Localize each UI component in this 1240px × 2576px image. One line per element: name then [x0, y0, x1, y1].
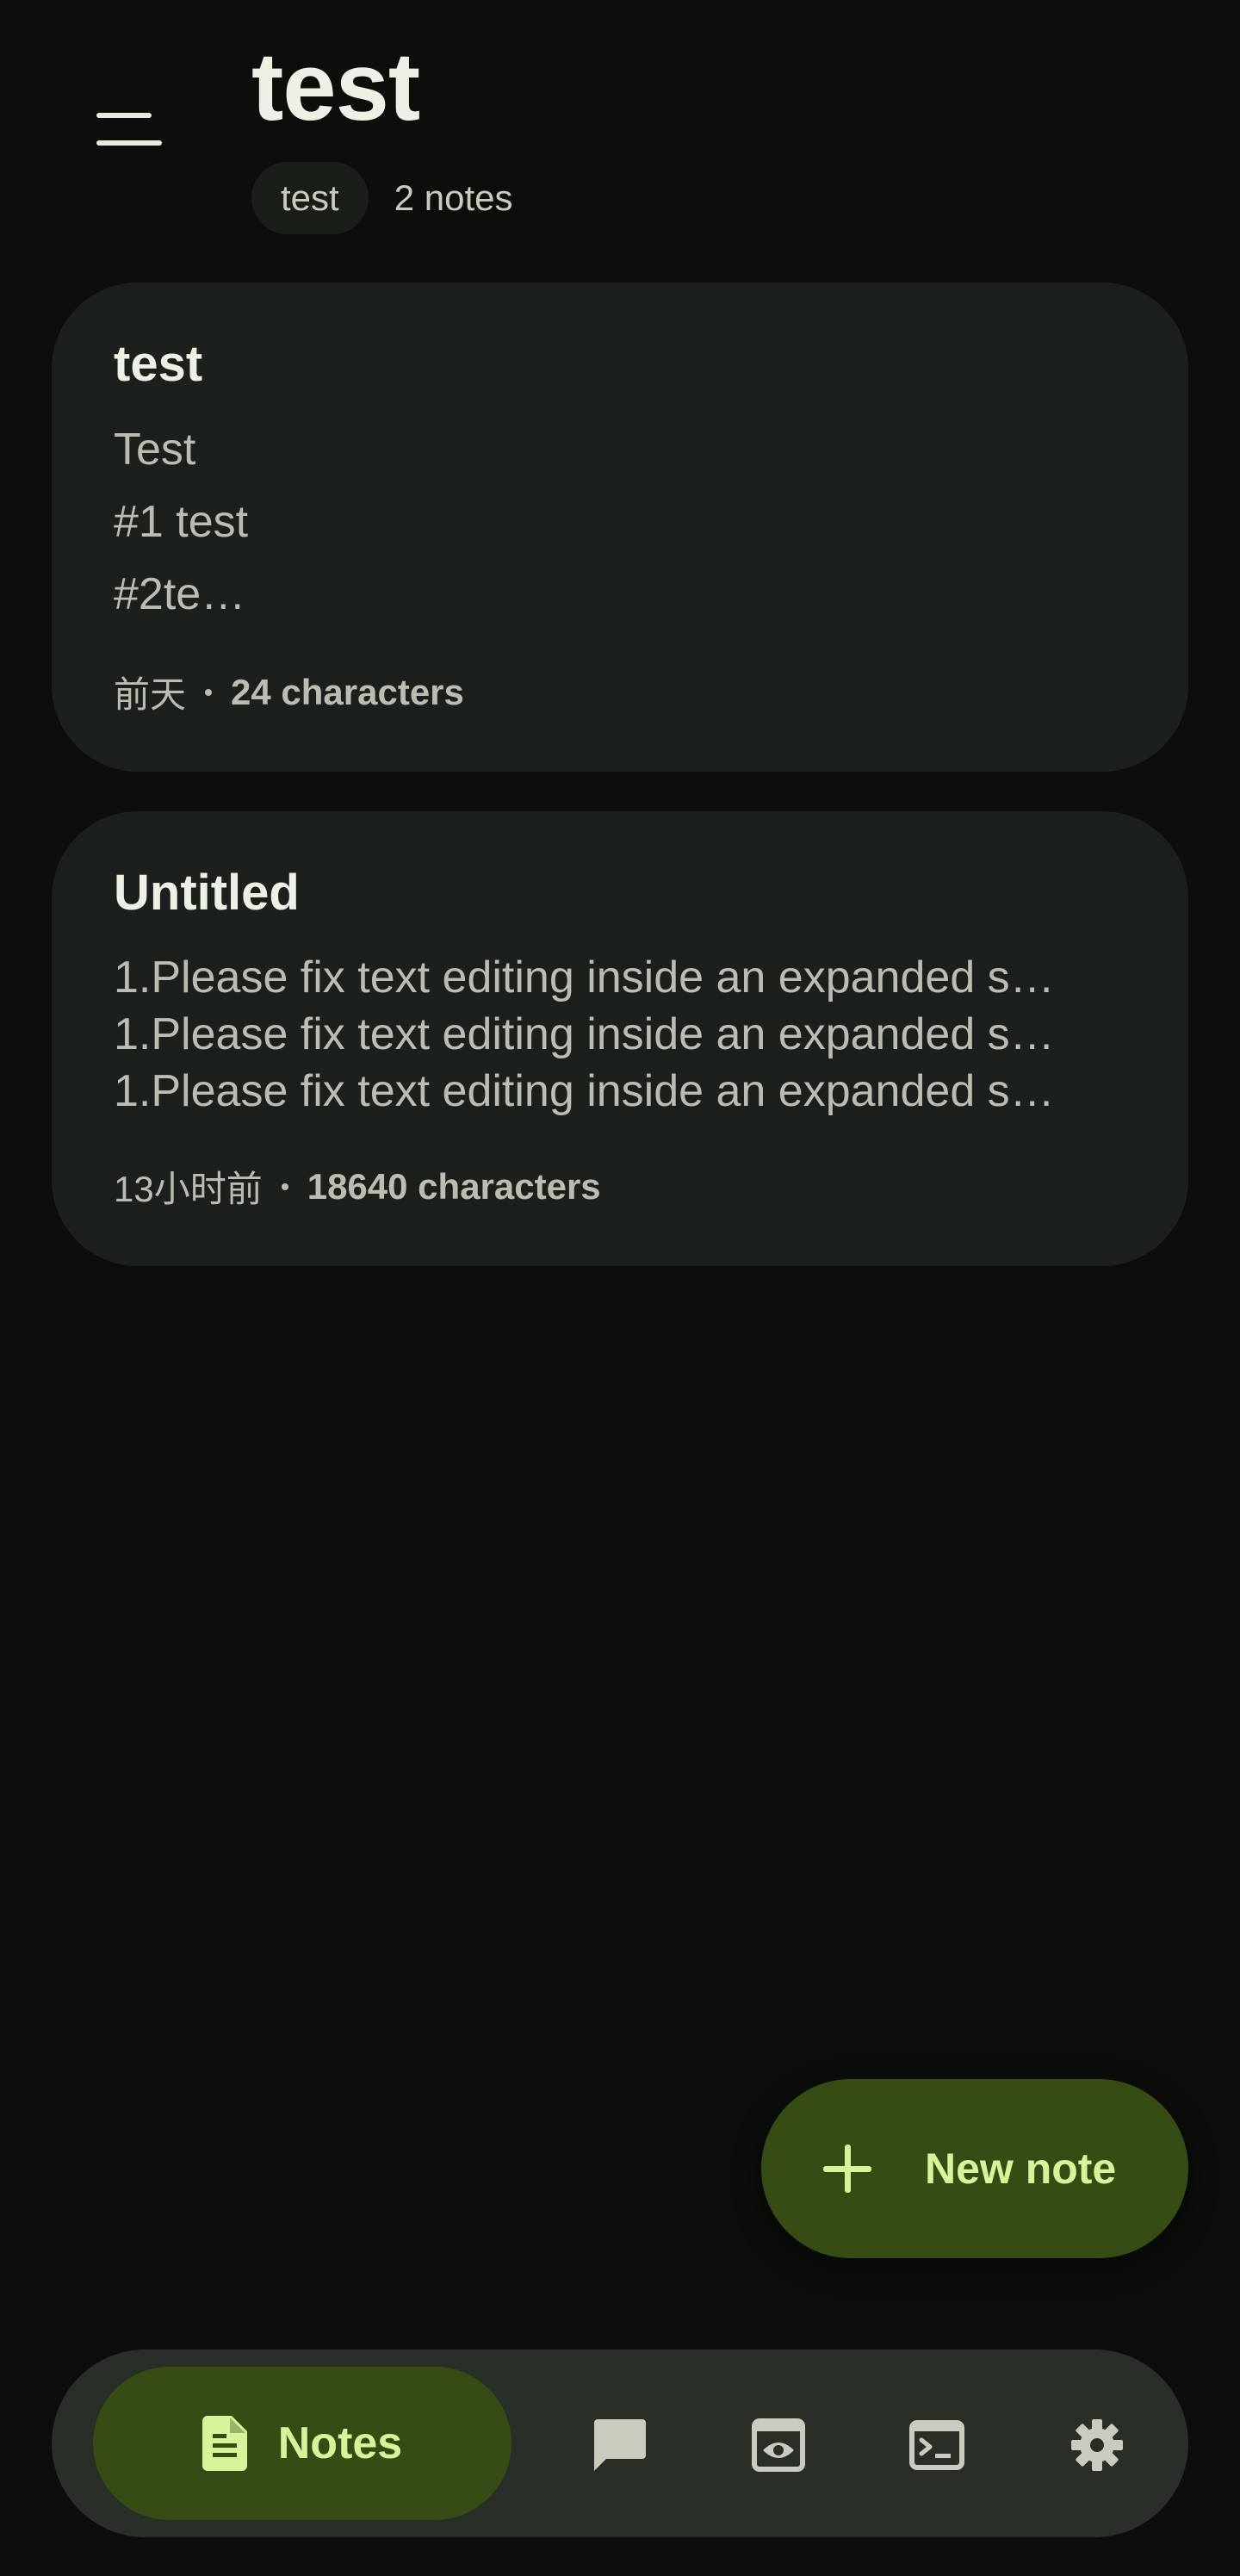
terminal-icon[interactable]: [909, 2418, 964, 2473]
note-card[interactable]: Untitled 1.Please fix text editing insid…: [52, 811, 1188, 1266]
note-char-count: 24 characters: [231, 671, 464, 712]
note-preview-line: #2te…: [114, 569, 246, 619]
meta-separator: [205, 688, 213, 696]
note-date: 13小时前: [114, 1169, 263, 1209]
note-title: Untitled: [114, 865, 300, 921]
note-card[interactable]: test Test #1 test #2te… 前天 24 characters: [52, 282, 1188, 772]
preview-icon[interactable]: [751, 2418, 806, 2473]
note-title: test: [114, 336, 203, 392]
notes-icon: [202, 2416, 247, 2471]
note-char-count: 18640 characters: [307, 1165, 601, 1207]
note-preview-line: 1.Please fix text editing inside an expa…: [114, 1009, 1055, 1059]
bottom-nav: Notes: [52, 2349, 1188, 2537]
new-note-button[interactable]: New note: [761, 2079, 1188, 2258]
note-preview-line: 1.Please fix text editing inside an expa…: [114, 1066, 1055, 1116]
note-meta: 前天 24 characters: [114, 666, 464, 718]
chat-icon[interactable]: [592, 2418, 648, 2473]
tag-chip[interactable]: test: [251, 162, 369, 234]
menu-icon[interactable]: [86, 95, 172, 164]
nav-item-notes[interactable]: Notes: [93, 2367, 512, 2520]
note-date: 前天: [114, 674, 187, 715]
note-preview-line: Test: [114, 425, 196, 475]
plus-icon: [823, 2145, 871, 2193]
header-meta: test 2 notes: [251, 162, 512, 234]
new-note-label: New note: [925, 2145, 1117, 2193]
page-title: test: [251, 33, 420, 140]
settings-icon[interactable]: [1070, 2418, 1125, 2473]
note-meta: 13小时前 18640 characters: [114, 1160, 601, 1213]
note-preview-line: #1 test: [114, 497, 249, 547]
note-count: 2 notes: [394, 177, 513, 218]
meta-separator: [281, 1182, 288, 1190]
note-preview-line: 1.Please fix text editing inside an expa…: [114, 953, 1055, 1002]
nav-item-notes-label: Notes: [277, 2418, 403, 2468]
